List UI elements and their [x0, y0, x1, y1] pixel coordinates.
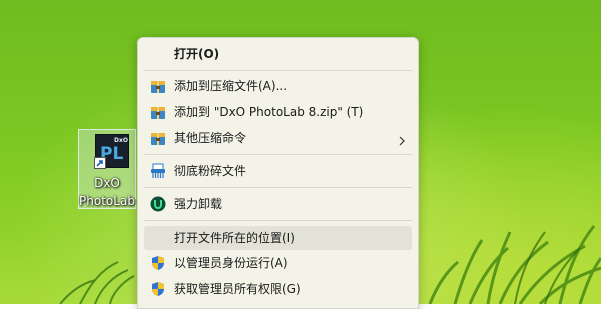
- menu-item-label: 获取管理员所有权限(G): [174, 282, 301, 296]
- shield-icon: [150, 255, 166, 271]
- menu-item-label: 打开文件所在的位置(I): [174, 231, 295, 245]
- chevron-right-icon: [398, 132, 406, 146]
- shredder-icon: [150, 163, 166, 179]
- menu-item-other-compress-commands[interactable]: 其他压缩命令: [144, 126, 412, 150]
- menu-item-label: 打开(O): [174, 47, 220, 61]
- menu-item-label: 彻底粉碎文件: [174, 164, 247, 178]
- uninstall-icon: [150, 196, 166, 212]
- menu-item-force-uninstall[interactable]: 强力卸载: [144, 192, 412, 216]
- context-menu: 打开(O) 添加到压缩文件(A)... 添加到 "DxO PhotoLab 8.…: [137, 37, 419, 309]
- archive-icon: [150, 104, 166, 120]
- archive-icon: [150, 78, 166, 94]
- archive-icon: [150, 130, 166, 146]
- menu-item-label: 添加到 "DxO PhotoLab 8.zip" (T): [174, 105, 364, 119]
- shortcut-arrow-icon: [94, 157, 106, 169]
- menu-item-run-as-admin[interactable]: 以管理员身份运行(A): [144, 251, 412, 275]
- desktop-shortcut-dxo-photolab[interactable]: DxO PL DxO PhotoLab: [78, 129, 136, 209]
- shield-icon: [150, 281, 166, 297]
- menu-separator: [144, 154, 412, 155]
- menu-item-label: 以管理员身份运行(A): [174, 256, 288, 270]
- menu-item-shred-file[interactable]: 彻底粉碎文件: [144, 159, 412, 183]
- caption-line-1: DxO: [94, 176, 120, 190]
- menu-item-label: 添加到压缩文件(A)...: [174, 79, 288, 93]
- desktop-icon-caption: DxO PhotoLab: [79, 174, 135, 210]
- menu-item-label: 其他压缩命令: [174, 131, 247, 145]
- menu-item-label: 强力卸载: [174, 197, 223, 211]
- menu-separator: [144, 187, 412, 188]
- menu-item-add-to-zip[interactable]: 添加到 "DxO PhotoLab 8.zip" (T): [144, 100, 412, 124]
- caption-line-2: PhotoLab: [79, 194, 135, 208]
- menu-separator: [144, 220, 412, 221]
- app-icon-brand-text: DxO: [114, 137, 128, 144]
- menu-item-take-ownership[interactable]: 获取管理员所有权限(G): [144, 277, 412, 301]
- menu-item-add-to-archive[interactable]: 添加到压缩文件(A)...: [144, 74, 412, 98]
- menu-separator: [144, 70, 412, 71]
- menu-item-open[interactable]: 打开(O): [144, 42, 412, 66]
- menu-item-open-file-location[interactable]: 打开文件所在的位置(I): [144, 226, 412, 250]
